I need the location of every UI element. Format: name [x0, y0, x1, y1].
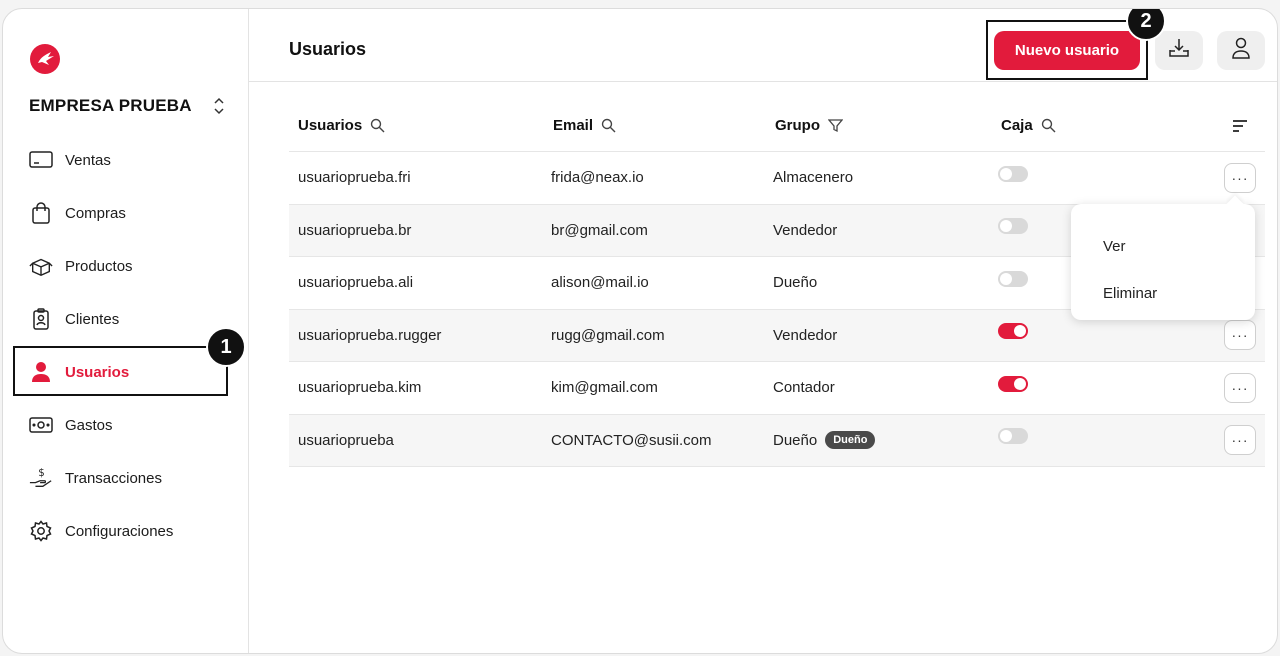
- column-header-email: Email: [553, 117, 617, 134]
- sort-icon[interactable]: [1231, 117, 1249, 135]
- row-actions-button[interactable]: ···: [1224, 372, 1256, 403]
- sidebar-item-ventas[interactable]: Ventas: [29, 144, 111, 176]
- filter-icon[interactable]: [828, 118, 844, 134]
- row-actions-button[interactable]: ···: [1224, 425, 1256, 456]
- company-name: EMPRESA PRUEBA: [29, 96, 192, 115]
- app-window: EMPRESA PRUEBA Ventas Compras Productos …: [2, 8, 1278, 654]
- sidebar-item-clientes[interactable]: Clientes: [29, 303, 119, 335]
- client-badge-icon: [29, 307, 53, 331]
- caja-toggle[interactable]: [998, 218, 1028, 235]
- column-header-caja: Caja: [1001, 117, 1057, 134]
- caja-toggle[interactable]: [998, 165, 1028, 182]
- sales-icon: [29, 148, 53, 172]
- row-actions-menu: Ver Eliminar: [1071, 204, 1255, 320]
- sidebar-item-configuraciones[interactable]: Configuraciones: [29, 515, 173, 547]
- cell-group: Vendedor: [773, 221, 838, 239]
- company-logo-icon[interactable]: [29, 43, 61, 75]
- cell-group: Contador: [773, 379, 835, 397]
- profile-button[interactable]: [1217, 31, 1265, 70]
- chevron-up-down-icon[interactable]: [209, 94, 229, 118]
- money-icon: [29, 413, 53, 437]
- cell-user: usuarioprueba.ali: [298, 274, 414, 292]
- column-header-grupo: Grupo: [775, 117, 844, 134]
- table-row: usuarioprueba.kim kim@gmail.com Contador…: [289, 362, 1265, 415]
- cell-email: alison@mail.io: [551, 274, 649, 292]
- column-header-usuarios: Usuarios: [298, 117, 386, 134]
- page-title: Usuarios: [289, 39, 367, 59]
- caja-toggle[interactable]: [998, 270, 1028, 287]
- cell-user: usuarioprueba.rugger: [298, 326, 442, 344]
- search-icon[interactable]: [370, 118, 386, 134]
- sidebar-item-label: Configuraciones: [65, 522, 174, 540]
- shopping-bag-icon: [29, 201, 53, 225]
- company-selector[interactable]: EMPRESA PRUEBA: [29, 94, 229, 118]
- gear-icon: [29, 519, 53, 543]
- row-actions-button[interactable]: ···: [1224, 320, 1256, 351]
- table-row: usuarioprueba CONTACTO@susii.com Dueño D…: [289, 414, 1265, 467]
- cell-email: rugg@gmail.com: [551, 326, 665, 344]
- cell-group: Dueño: [773, 274, 818, 292]
- cell-user: usuarioprueba.kim: [298, 379, 422, 397]
- cell-email: frida@neax.io: [551, 169, 644, 187]
- cell-user: usuarioprueba.br: [298, 221, 412, 239]
- caja-toggle[interactable]: [998, 323, 1028, 340]
- cell-email: kim@gmail.com: [551, 379, 658, 397]
- sidebar-item-transacciones[interactable]: $ Transacciones: [29, 462, 162, 494]
- menu-item-view[interactable]: Ver: [1103, 238, 1126, 255]
- cell-group: Vendedor: [773, 326, 838, 344]
- sidebar-item-compras[interactable]: Compras: [29, 197, 126, 229]
- cell-email: br@gmail.com: [551, 221, 648, 239]
- sidebar-item-label: Compras: [65, 204, 126, 222]
- caja-toggle[interactable]: [998, 428, 1028, 445]
- svg-text:$: $: [38, 468, 44, 479]
- row-actions-button[interactable]: ···: [1224, 162, 1256, 193]
- sidebar-item-label: Transacciones: [65, 469, 162, 487]
- user-outline-icon: [1231, 37, 1251, 64]
- sidebar-item-productos[interactable]: Productos: [29, 250, 133, 282]
- sidebar-item-label: Gastos: [65, 416, 113, 434]
- callout-box-new-user: [986, 20, 1148, 80]
- owner-badge: Dueño: [825, 431, 876, 450]
- sidebar-item-label: Ventas: [65, 151, 111, 169]
- search-icon[interactable]: [1041, 118, 1057, 134]
- transactions-icon: $: [29, 466, 53, 490]
- menu-item-delete[interactable]: Eliminar: [1103, 285, 1157, 302]
- callout-box-usuarios: [13, 346, 228, 396]
- table-header: Usuarios Email Grupo Caja: [289, 107, 1265, 152]
- table-row: usuarioprueba.fri frida@neax.io Almacene…: [289, 152, 1265, 205]
- callout-number-1: 1: [206, 327, 246, 367]
- download-icon: [1168, 38, 1190, 63]
- sidebar-item-label: Clientes: [65, 310, 120, 328]
- cell-user: usuarioprueba.fri: [298, 169, 411, 187]
- sidebar-item-label: Productos: [65, 257, 133, 275]
- search-icon[interactable]: [601, 118, 617, 134]
- caja-toggle[interactable]: [998, 375, 1028, 392]
- cell-group: Dueño: [773, 431, 818, 449]
- sidebar-item-gastos[interactable]: Gastos: [29, 409, 113, 441]
- cell-group: Almacenero: [773, 169, 854, 187]
- box-icon: [29, 254, 53, 278]
- download-button[interactable]: [1155, 31, 1203, 70]
- cell-user: usuarioprueba: [298, 431, 394, 449]
- cell-email: CONTACTO@susii.com: [551, 431, 712, 449]
